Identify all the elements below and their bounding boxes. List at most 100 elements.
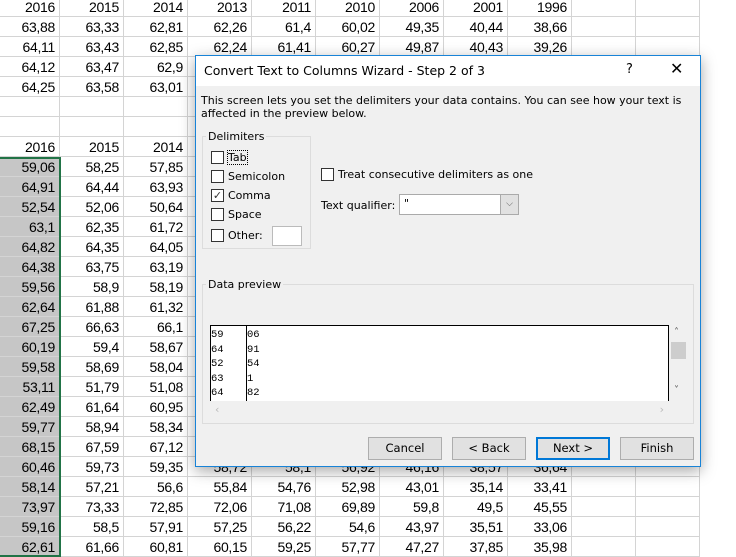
checkbox[interactable] xyxy=(211,208,224,221)
delimiter-tab-checkbox[interactable]: Tab xyxy=(211,150,248,165)
cell[interactable]: 72,06 xyxy=(188,497,252,517)
cell[interactable]: 63,01 xyxy=(124,77,188,97)
cell[interactable]: 57,85 xyxy=(124,157,188,177)
cell[interactable]: 49,35 xyxy=(380,17,444,37)
cell[interactable]: 35,14 xyxy=(444,477,508,497)
cell[interactable]: 56,6 xyxy=(124,477,188,497)
cell[interactable]: 45,55 xyxy=(508,497,572,517)
cell[interactable]: 51,08 xyxy=(124,377,188,397)
cell[interactable]: 60,27 xyxy=(316,37,380,57)
scroll-left-icon[interactable]: ‹ xyxy=(215,403,219,416)
checkbox[interactable] xyxy=(321,168,334,181)
cell[interactable]: 2016 xyxy=(0,137,60,157)
cell[interactable]: 52,06 xyxy=(60,197,124,217)
cell[interactable] xyxy=(636,477,700,497)
cell[interactable]: 60,95 xyxy=(124,397,188,417)
cell[interactable]: 55,84 xyxy=(188,477,252,497)
cell[interactable]: 38,66 xyxy=(508,17,572,37)
delimiter-semicolon-checkbox[interactable]: Semicolon xyxy=(211,170,285,183)
cell[interactable]: 59,25 xyxy=(252,537,316,557)
cell[interactable]: 60,15 xyxy=(188,537,252,557)
cell[interactable]: 47,27 xyxy=(380,537,444,557)
cell[interactable]: 61,66 xyxy=(60,537,124,557)
cell[interactable]: 35,51 xyxy=(444,517,508,537)
cell[interactable]: 61,41 xyxy=(252,37,316,57)
cell[interactable]: 63,47 xyxy=(60,57,124,77)
checkbox[interactable] xyxy=(211,229,224,242)
cell[interactable] xyxy=(636,517,700,537)
cell[interactable]: 59,4 xyxy=(60,337,124,357)
close-button[interactable]: ✕ xyxy=(670,59,683,78)
cell[interactable]: 61,88 xyxy=(60,297,124,317)
help-button[interactable]: ? xyxy=(626,62,633,77)
cell[interactable]: 62,24 xyxy=(188,37,252,57)
cell[interactable] xyxy=(636,17,700,37)
cell[interactable]: 2015 xyxy=(60,137,124,157)
cell[interactable]: 58,34 xyxy=(124,417,188,437)
cell[interactable]: 61,32 xyxy=(124,297,188,317)
cell[interactable]: 63,75 xyxy=(60,257,124,277)
cell[interactable]: 69,89 xyxy=(316,497,380,517)
cell[interactable]: 49,87 xyxy=(380,37,444,57)
cell[interactable]: 2015 xyxy=(60,0,124,17)
cell[interactable]: 57,25 xyxy=(188,517,252,537)
cell[interactable]: 33,41 xyxy=(508,477,572,497)
cell[interactable]: 59,8 xyxy=(380,497,444,517)
cell[interactable] xyxy=(636,537,700,557)
cell[interactable] xyxy=(124,117,188,137)
cell[interactable]: 67,59 xyxy=(60,437,124,457)
cell[interactable] xyxy=(572,37,636,57)
text-qualifier-select[interactable]: " ⌵ xyxy=(399,194,519,215)
cell[interactable]: 40,44 xyxy=(444,17,508,37)
cell[interactable]: 2013 xyxy=(188,0,252,17)
cell[interactable]: 58,69 xyxy=(60,357,124,377)
cancel-button[interactable]: Cancel xyxy=(368,437,442,460)
cell[interactable]: 1996 xyxy=(508,0,572,17)
cell[interactable]: 58,04 xyxy=(124,357,188,377)
cell[interactable] xyxy=(0,97,60,117)
finish-button[interactable]: Finish xyxy=(620,437,694,460)
cell[interactable] xyxy=(572,477,636,497)
scroll-down-icon[interactable]: ˅ xyxy=(674,385,679,396)
cell[interactable]: 63,88 xyxy=(0,17,60,37)
cell[interactable]: 64,05 xyxy=(124,237,188,257)
delimiter-comma-checkbox[interactable]: ✓ Comma xyxy=(211,189,271,202)
cell[interactable]: 63,19 xyxy=(124,257,188,277)
cell[interactable] xyxy=(124,97,188,117)
treat-consecutive-checkbox[interactable]: Treat consecutive delimiters as one xyxy=(321,168,533,181)
cell[interactable]: 2011 xyxy=(252,0,316,17)
cell[interactable]: 61,72 xyxy=(124,217,188,237)
cell[interactable] xyxy=(572,497,636,517)
cell[interactable]: 67,12 xyxy=(124,437,188,457)
cell[interactable]: 35,98 xyxy=(508,537,572,557)
cell[interactable] xyxy=(0,117,60,137)
cell[interactable]: 50,64 xyxy=(124,197,188,217)
cell[interactable]: 2010 xyxy=(316,0,380,17)
cell[interactable]: 37,85 xyxy=(444,537,508,557)
cell[interactable]: 40,43 xyxy=(444,37,508,57)
cell[interactable]: 64,35 xyxy=(60,237,124,257)
cell[interactable]: 58,5 xyxy=(60,517,124,537)
cell[interactable]: 63,93 xyxy=(124,177,188,197)
cell[interactable] xyxy=(636,37,700,57)
cell[interactable]: 64,12 xyxy=(0,57,60,77)
checkbox[interactable] xyxy=(211,170,224,183)
next-button[interactable]: Next > xyxy=(536,437,610,460)
cell[interactable]: 33,06 xyxy=(508,517,572,537)
cell[interactable]: 56,22 xyxy=(252,517,316,537)
cell[interactable]: 59,73 xyxy=(60,457,124,477)
cell[interactable] xyxy=(572,537,636,557)
cell[interactable]: 66,1 xyxy=(124,317,188,337)
cell[interactable]: 58,94 xyxy=(60,417,124,437)
cell[interactable]: 62,81 xyxy=(124,17,188,37)
cell[interactable]: 54,6 xyxy=(316,517,380,537)
cell[interactable]: 2014 xyxy=(124,0,188,17)
cell[interactable]: 49,5 xyxy=(444,497,508,517)
cell[interactable]: 58,67 xyxy=(124,337,188,357)
cell[interactable]: 60,02 xyxy=(316,17,380,37)
cell[interactable]: 43,97 xyxy=(380,517,444,537)
cell[interactable]: 61,64 xyxy=(60,397,124,417)
back-button[interactable]: < Back xyxy=(452,437,526,460)
cell[interactable]: 63,33 xyxy=(60,17,124,37)
checkbox[interactable]: ✓ xyxy=(211,189,224,202)
